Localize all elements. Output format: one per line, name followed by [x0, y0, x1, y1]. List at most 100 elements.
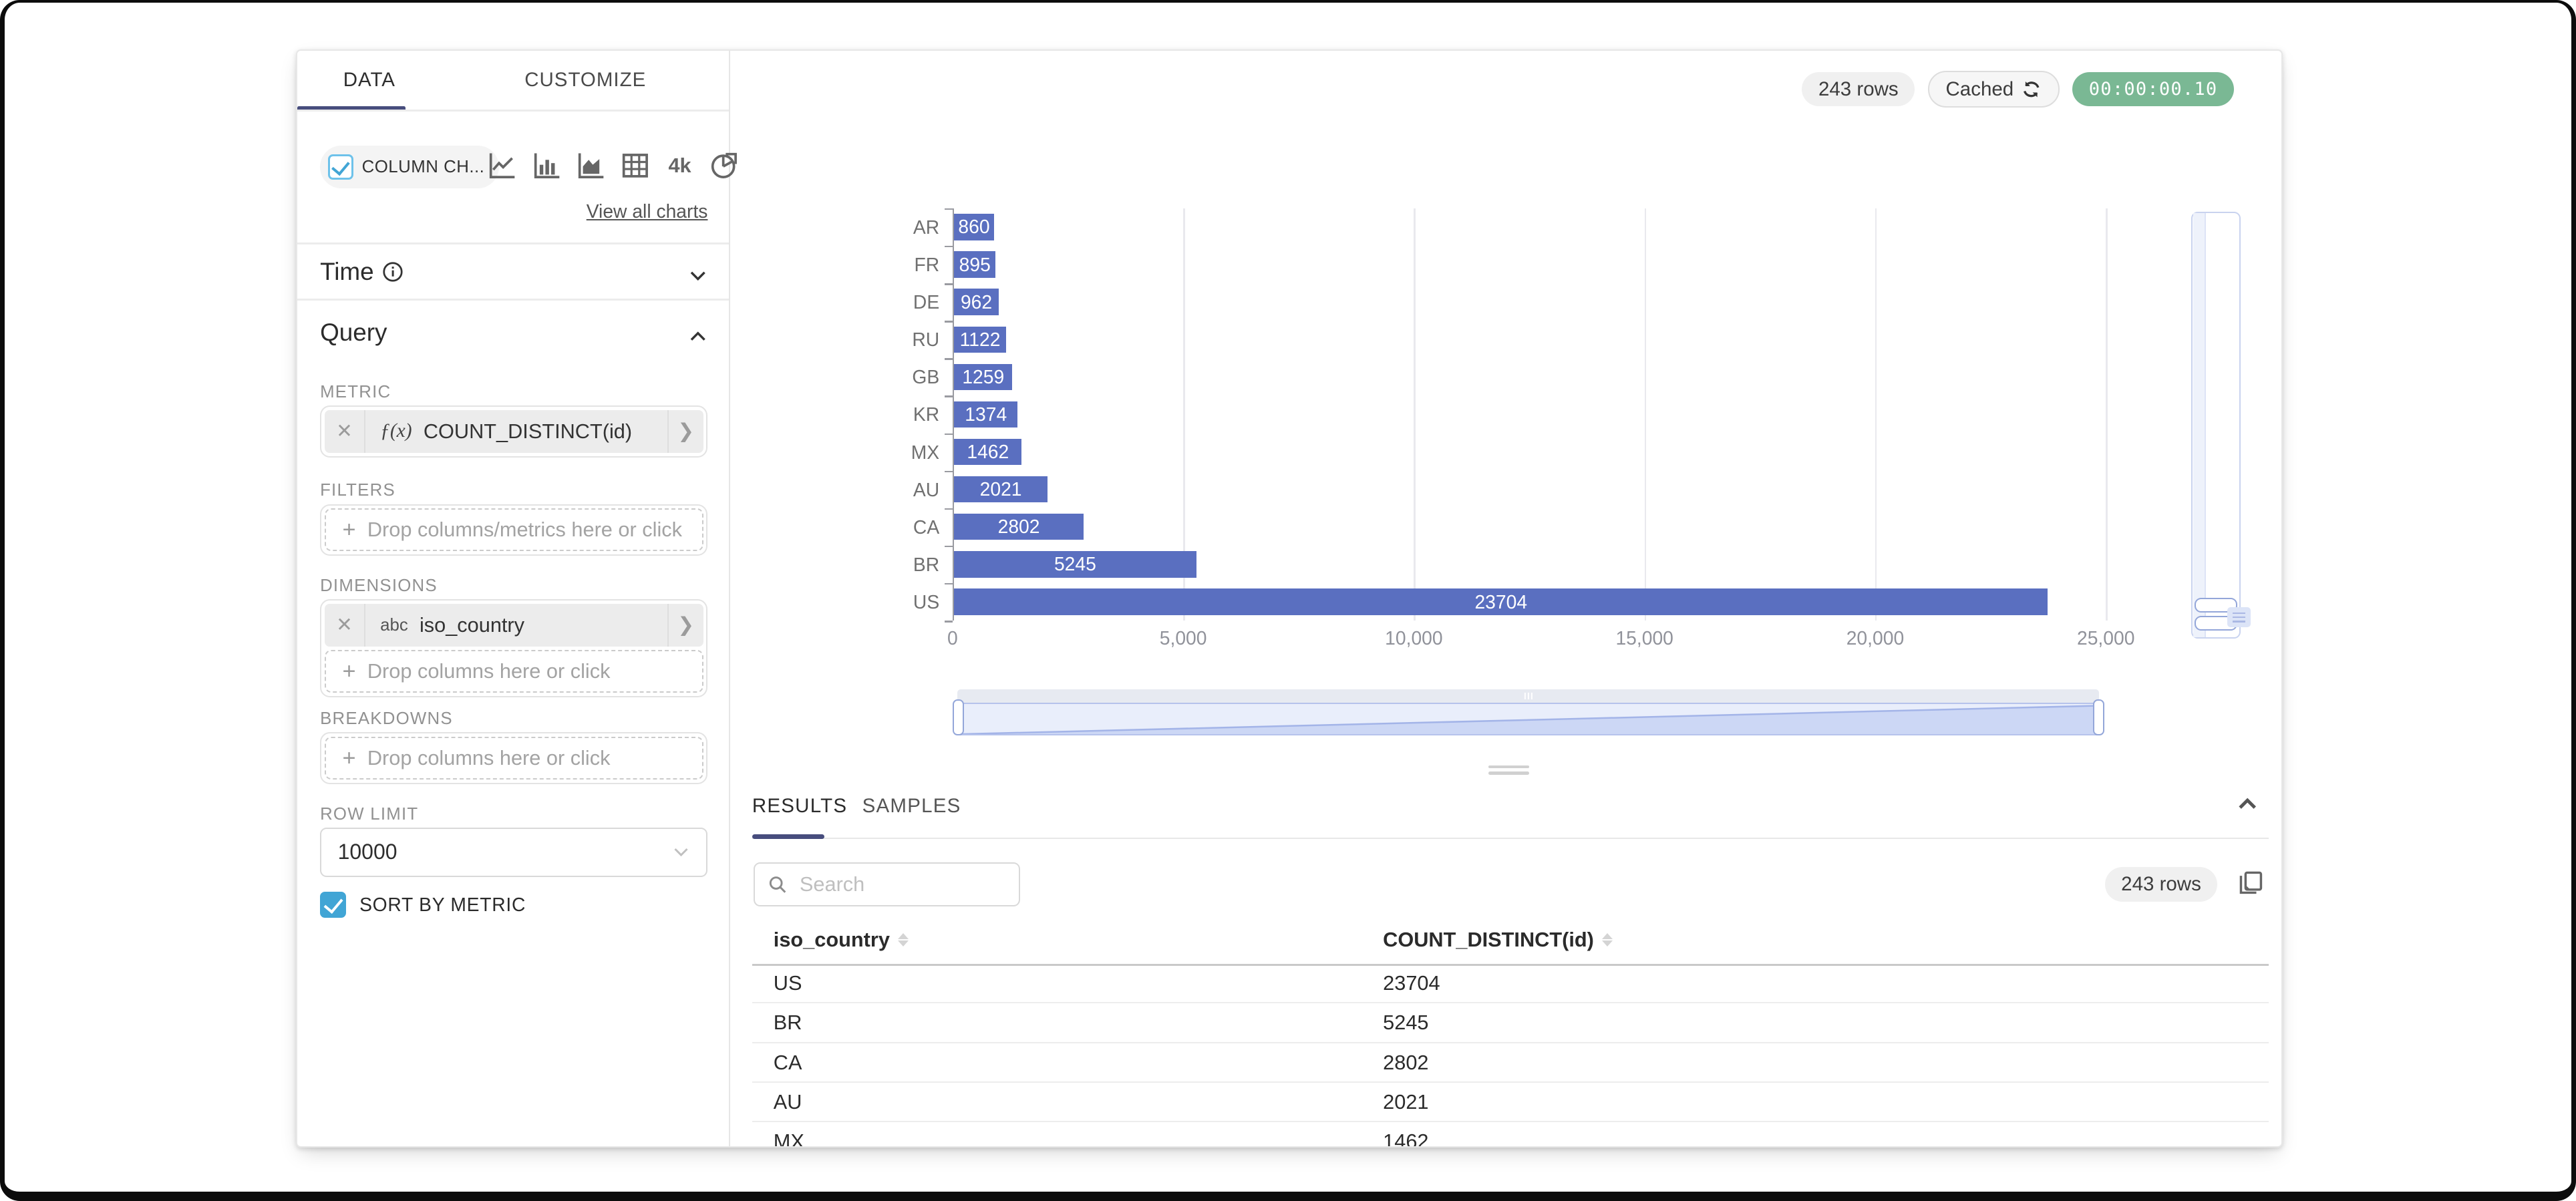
- sort-by-metric-checkbox[interactable]: SORT BY METRIC: [320, 892, 526, 918]
- cached-badge[interactable]: Cached: [1928, 71, 2060, 108]
- sort-by-metric-label: SORT BY METRIC: [359, 894, 526, 916]
- breakdowns-control: + Drop columns here or click: [320, 732, 707, 784]
- bar-AR[interactable]: 860: [954, 214, 993, 240]
- panel-resize-handle[interactable]: [1488, 765, 1529, 776]
- datazoom-horizontal: [957, 689, 2099, 735]
- breakdowns-dropzone[interactable]: + Drop columns here or click: [325, 737, 703, 780]
- bar-value-label: 1122: [960, 329, 1001, 351]
- active-tab-underline: [752, 834, 824, 839]
- y-axis-category-label: AU: [838, 471, 939, 508]
- datazoom-track[interactable]: [957, 703, 2099, 735]
- bar-KR[interactable]: 1374: [954, 401, 1017, 427]
- dimensions-control: ✕ abciso_country ❯ + Drop columns here o…: [320, 599, 707, 697]
- bar-US[interactable]: 23704: [954, 588, 2048, 615]
- bar-RU[interactable]: 1122: [954, 327, 1005, 353]
- collapse-icon[interactable]: [2236, 793, 2259, 816]
- x-axis-tick-label: 25,000: [2077, 627, 2134, 649]
- x-axis-tick-label: 5,000: [1160, 627, 1207, 649]
- results-row-count-badge: 243 rows: [2105, 867, 2218, 902]
- table-chart-icon[interactable]: [621, 151, 650, 180]
- refresh-icon[interactable]: [2022, 79, 2042, 100]
- results-section: RESULTS SAMPLES 243 rows iso_country: [729, 784, 2281, 1148]
- bar-DE[interactable]: 962: [954, 289, 998, 315]
- checkbox-checked-icon: [320, 892, 346, 918]
- y-axis-category-label: MX: [838, 434, 939, 471]
- chevron-down-icon[interactable]: [688, 266, 708, 286]
- table-cell: MX: [774, 1122, 804, 1148]
- tab-customize[interactable]: CUSTOMIZE: [442, 51, 729, 110]
- tab-samples[interactable]: SAMPLES: [862, 795, 961, 818]
- control-panel: DATA CUSTOMIZE COLUMN CH...: [297, 51, 731, 1146]
- viz-type-column-chart[interactable]: COLUMN CH...: [320, 146, 499, 188]
- y-axis-tick: [945, 583, 953, 584]
- y-axis-tick: [945, 283, 953, 285]
- y-axis-category-label: US: [838, 583, 939, 621]
- column-header-count-distinct[interactable]: COUNT_DISTINCT(id): [1383, 928, 1613, 952]
- bar-MX[interactable]: 1462: [954, 439, 1021, 465]
- dimension-option-body: abciso_country: [365, 613, 667, 637]
- data-shadow: [959, 704, 2098, 734]
- grip-icon: [1524, 693, 1533, 699]
- chevron-up-icon[interactable]: [688, 327, 708, 347]
- table-cell: 5245: [1383, 1003, 1428, 1041]
- viz-type-shortcuts: 4k: [488, 151, 739, 180]
- bar-FR[interactable]: 895: [954, 251, 995, 277]
- search-input[interactable]: [796, 870, 1005, 898]
- filters-dropzone[interactable]: + Drop columns/metrics here or click: [325, 508, 703, 551]
- big-number-icon[interactable]: 4k: [665, 151, 694, 180]
- area-chart-icon[interactable]: [577, 151, 606, 180]
- bar-GB[interactable]: 1259: [954, 364, 1012, 390]
- tab-data[interactable]: DATA: [297, 51, 442, 110]
- copy-icon[interactable]: [2239, 870, 2263, 895]
- column-type-icon: abc: [380, 616, 408, 635]
- table-row: MX1462: [752, 1122, 2269, 1148]
- tab-results[interactable]: RESULTS: [752, 795, 847, 818]
- y-axis-tick: [945, 471, 953, 472]
- y-axis-category-label: KR: [838, 395, 939, 433]
- x-axis-tick-label: 15,000: [1615, 627, 1673, 649]
- section-query[interactable]: Query: [320, 319, 387, 347]
- info-icon[interactable]: [382, 261, 404, 283]
- divider: [297, 299, 730, 300]
- y-axis-category-label: GB: [838, 358, 939, 395]
- gridline: [2106, 208, 2107, 621]
- bar-BR[interactable]: 5245: [954, 551, 1196, 577]
- table-cell: CA: [774, 1043, 802, 1081]
- table-cell: 23704: [1383, 964, 1440, 1002]
- column-header-iso-country[interactable]: iso_country: [774, 928, 909, 952]
- y-axis-tick: [945, 621, 953, 622]
- plus-icon: +: [343, 518, 356, 541]
- datazoom-left-handle[interactable]: [953, 699, 964, 735]
- bar-value-label: 2802: [998, 516, 1040, 538]
- explore-panel: DATA CUSTOMIZE COLUMN CH...: [296, 49, 2283, 1148]
- tab-divider: [752, 838, 2269, 839]
- bar-CA[interactable]: 2802: [954, 514, 1083, 540]
- chevron-right-icon[interactable]: ❯: [667, 410, 703, 453]
- chevron-right-icon[interactable]: ❯: [667, 604, 703, 647]
- grip-icon[interactable]: [2227, 607, 2250, 627]
- datazoom-move-handle[interactable]: [957, 689, 2099, 703]
- bar-chart-icon[interactable]: [532, 151, 561, 180]
- table-cell: BR: [774, 1003, 802, 1041]
- datazoom-right-handle[interactable]: [2093, 699, 2104, 735]
- line-chart-icon[interactable]: [488, 151, 517, 180]
- bar-value-label: 23704: [1474, 591, 1527, 613]
- column-header-label: iso_country: [774, 928, 890, 952]
- dimension-option[interactable]: ✕ abciso_country ❯: [325, 604, 703, 647]
- section-time[interactable]: Time: [320, 258, 404, 286]
- sort-icon[interactable]: [1602, 933, 1613, 947]
- y-axis-tick: [945, 546, 953, 547]
- x-axis-tick-label: 10,000: [1385, 627, 1442, 649]
- table-cell: US: [774, 964, 802, 1002]
- bar-AU[interactable]: 2021: [954, 476, 1048, 502]
- remove-icon[interactable]: ✕: [325, 410, 365, 453]
- metric-control: ✕ ƒ(x)COUNT_DISTINCT(id) ❯: [320, 405, 707, 458]
- bar-value-label: 5245: [1054, 553, 1096, 575]
- sort-icon[interactable]: [898, 933, 909, 947]
- metric-option[interactable]: ✕ ƒ(x)COUNT_DISTINCT(id) ❯: [325, 410, 703, 453]
- dimensions-dropzone[interactable]: + Drop columns here or click: [325, 650, 703, 693]
- viz-type-label: COLUMN CH...: [362, 158, 485, 177]
- view-all-charts-link[interactable]: View all charts: [587, 200, 708, 222]
- remove-icon[interactable]: ✕: [325, 604, 365, 647]
- row-limit-select[interactable]: 10000: [320, 828, 707, 877]
